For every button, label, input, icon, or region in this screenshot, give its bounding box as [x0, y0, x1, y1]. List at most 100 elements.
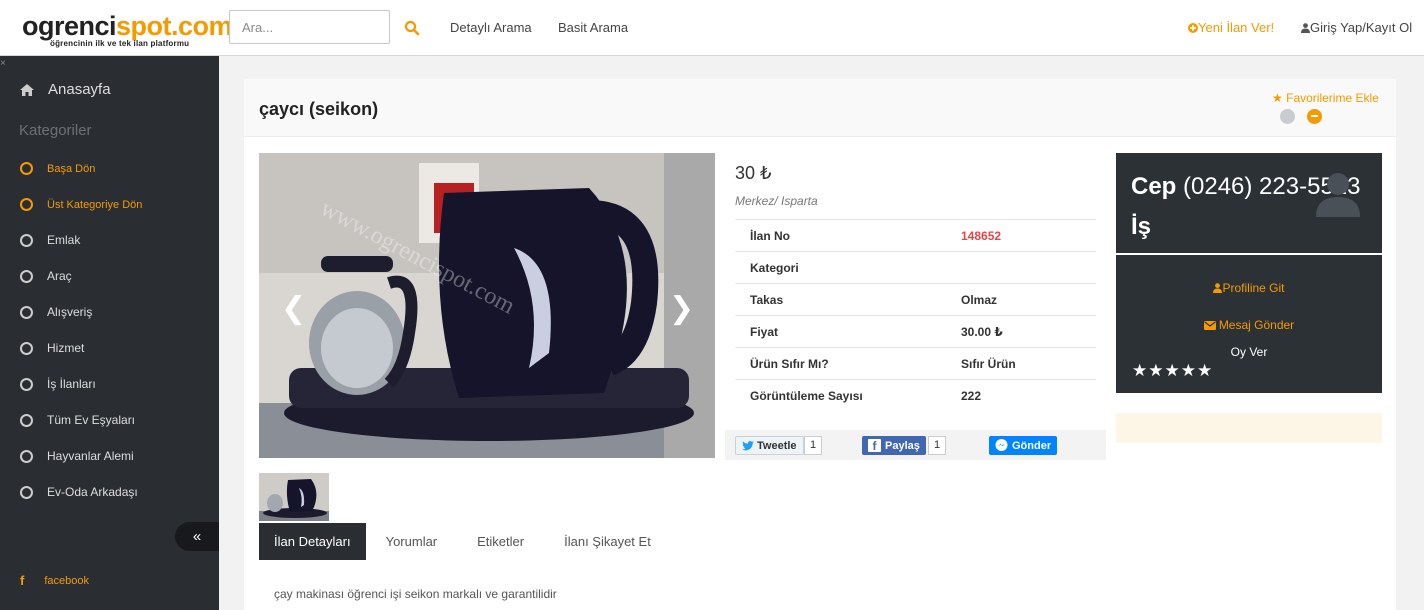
tweet-button[interactable]: Tweetle — [735, 436, 804, 455]
messenger-label: Gönder — [1012, 439, 1052, 452]
listing-header: çaycı (seikon) ★ Favorilerime Ekle — [244, 79, 1396, 137]
sidebar-item-label: Alışveriş — [47, 305, 93, 319]
work-label: İş — [1131, 213, 1152, 240]
logo-tagline: öğrencinin ilk ve tek ilan platformu — [50, 39, 190, 48]
sidebar-item-ev-esyalari[interactable]: Tüm Ev Eşyaları — [20, 413, 135, 427]
detail-value: Sıfır Ürün — [961, 347, 1096, 380]
sidebar-item-label: Üst Kategoriye Dön — [47, 198, 143, 211]
nav-basic-search[interactable]: Basit Arama — [558, 20, 628, 35]
circle-icon — [20, 413, 33, 427]
image-gallery[interactable]: www.ogrencispot.com ❮ ❯ — [259, 153, 715, 458]
sidebar-item-label: Başa Dön — [47, 162, 96, 175]
new-ad-label: Yeni İlan Ver! — [1198, 20, 1275, 35]
sidebar-item-label: Tüm Ev Eşyaları — [47, 413, 136, 427]
tweet-count: 1 — [804, 436, 823, 455]
detail-key: Görüntüleme Sayısı — [735, 379, 961, 412]
facebook-share-button[interactable]: f Paylaş — [862, 436, 926, 455]
image-thumbnail[interactable] — [259, 473, 329, 521]
search-icon[interactable] — [404, 20, 420, 36]
user-icon — [1301, 23, 1310, 33]
detail-value: Olmaz — [961, 283, 1096, 316]
sidebar-close-icon[interactable]: × — [0, 58, 6, 69]
sidebar-item-parent-category[interactable]: Üst Kategoriye Dön — [20, 198, 142, 211]
prev-image-icon[interactable]: ❮ — [281, 291, 306, 326]
circle-icon — [20, 162, 33, 175]
facebook-icon: f — [20, 573, 25, 588]
circle-icon — [20, 485, 33, 499]
facebook-label: facebook — [44, 574, 89, 587]
nav-detailed-search[interactable]: Detaylı Arama — [450, 20, 532, 35]
edit-circle-icon[interactable] — [1280, 109, 1295, 124]
vote-label: Oy Ver — [1230, 345, 1268, 359]
favorite-label: Favorilerime Ekle — [1286, 91, 1379, 105]
fb-share-count: 1 — [928, 436, 947, 455]
logo-text-a: ogrenci — [22, 11, 117, 41]
detail-key: Fiyat — [735, 315, 961, 348]
tab-tags[interactable]: Etiketler — [457, 523, 544, 560]
sidebar-item-label: Araç — [47, 269, 72, 283]
home-icon — [20, 83, 34, 96]
contact-phone-box: Cep (0246) 223-5513 İş — [1116, 153, 1382, 255]
sidebar-item-home[interactable]: Anasayfa — [20, 81, 111, 98]
sidebar-item-label: İş İlanları — [47, 377, 96, 391]
messenger-send-button[interactable]: Gönder — [989, 436, 1058, 455]
detail-key: Takas — [735, 283, 961, 316]
cep-label: Cep — [1131, 173, 1177, 200]
message-label: Mesaj Gönder — [1218, 318, 1295, 332]
sidebar-item-alisveris[interactable]: Alışveriş — [20, 305, 92, 319]
site-logo[interactable]: ogrencispot.com öğrencinin ilk ve tek il… — [22, 11, 233, 52]
detail-value: 30.00 ₺ — [961, 315, 1096, 348]
sidebar-collapse-button[interactable]: « — [175, 522, 219, 551]
sidebar-item-hayvanlar[interactable]: Hayvanlar Alemi — [20, 449, 134, 463]
send-message-link[interactable]: Mesaj Gönder — [1116, 318, 1382, 332]
detail-key: Ürün Sıfır Mı? — [735, 347, 961, 380]
sidebar-item-emlak[interactable]: Emlak — [20, 233, 80, 247]
sidebar-item-back-to-top[interactable]: Başa Dön — [20, 162, 95, 175]
listing-location: Merkez/ Isparta — [735, 194, 818, 208]
login-link[interactable]: Giriş Yap/Kayıt Ol — [1301, 20, 1412, 35]
circle-icon — [20, 269, 33, 283]
facebook-link[interactable]: f facebook — [20, 573, 89, 588]
next-image-icon[interactable]: ❯ — [669, 291, 694, 326]
sidebar-home-label: Anasayfa — [48, 81, 111, 98]
rating-stars[interactable]: ★★★★★ — [1132, 361, 1213, 381]
sidebar-item-arac[interactable]: Araç — [20, 269, 72, 283]
logo-text-b: spot.com — [116, 11, 233, 41]
twitter-icon — [742, 440, 754, 450]
tab-details[interactable]: İlan Detayları — [259, 523, 366, 560]
facebook-square-icon: f — [868, 439, 881, 453]
sidebar-item-is-ilanlari[interactable]: İş İlanları — [20, 377, 96, 391]
profile-link[interactable]: Profiline Git — [1116, 281, 1382, 295]
detail-key: Kategori — [735, 251, 961, 284]
share-bar: Tweetle 1 f Paylaş 1 Gönder — [725, 430, 1106, 460]
circle-icon — [20, 377, 33, 391]
sidebar-item-hizmet[interactable]: Hizmet — [20, 341, 84, 355]
plus-circle-icon — [1188, 23, 1198, 33]
circle-icon — [20, 341, 33, 355]
table-row: Takas Olmaz — [735, 283, 1096, 316]
sidebar-categories-heading: Kategoriler — [19, 122, 92, 139]
new-ad-link[interactable]: Yeni İlan Ver! — [1188, 20, 1274, 35]
circle-icon — [20, 449, 33, 463]
listing-card: çaycı (seikon) ★ Favorilerime Ekle www.o… — [244, 79, 1396, 610]
remove-circle-icon[interactable] — [1307, 109, 1322, 124]
add-favorite-link[interactable]: ★ Favorilerime Ekle — [1272, 91, 1379, 105]
circle-icon — [20, 198, 33, 211]
tab-report[interactable]: İlanı Şikayet Et — [544, 523, 671, 560]
circle-icon — [20, 305, 33, 319]
search-input[interactable] — [229, 10, 390, 44]
listing-title: çaycı (seikon) — [259, 99, 379, 119]
profile-label: Profiline Git — [1222, 281, 1285, 295]
sidebar-item-label: Ev-Oda Arkadaşı — [47, 485, 138, 499]
envelope-icon — [1203, 321, 1216, 330]
fb-share-label: Paylaş — [885, 439, 920, 452]
table-row: Fiyat 30.00 ₺ — [735, 315, 1096, 348]
listing-description: çay makinası öğrenci işi seikon markalı … — [274, 587, 557, 601]
detail-value: 148652 — [961, 219, 1096, 252]
listing-tabs: İlan Detayları Yorumlar Etiketler İlanı … — [259, 523, 671, 560]
sidebar-item-ev-oda[interactable]: Ev-Oda Arkadaşı — [20, 485, 138, 499]
star-icon: ★ — [1272, 91, 1283, 105]
tab-comments[interactable]: Yorumlar — [366, 523, 458, 560]
sidebar-item-label: Hizmet — [47, 341, 85, 355]
table-row: İlan No 148652 — [735, 219, 1096, 252]
